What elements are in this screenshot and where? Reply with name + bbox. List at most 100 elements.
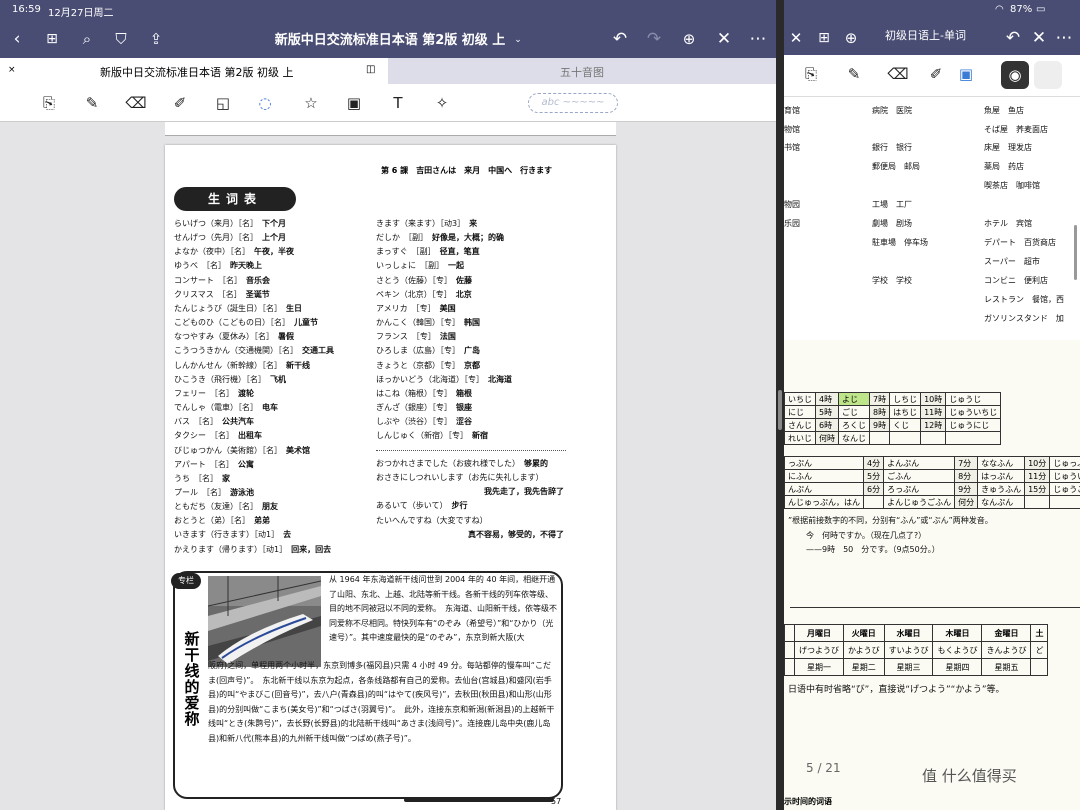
hours-cell: じゅうじ — [945, 392, 1002, 406]
vocab-word: ひこうき（飛行機）［名］ — [174, 374, 262, 384]
back-icon[interactable]: ‹ — [5, 29, 29, 49]
notebook-title[interactable]: 初级日语上-单词 — [885, 27, 966, 43]
brush-icon[interactable]: ✐ — [924, 63, 948, 85]
minutes-table: っぷん4分よんぷん7分ななふん10分じゅっぷんにふん5分ごふん8分はっぷん11分… — [784, 456, 1080, 509]
redo-icon[interactable]: ↷ — [642, 29, 666, 49]
right-scrollbar[interactable] — [1074, 225, 1077, 280]
vocab-word: コンサート ［名］ — [174, 275, 238, 285]
home-indicator[interactable] — [404, 798, 554, 802]
minutes-cell: 11分 — [1024, 469, 1051, 483]
vocab-entry: ぎんざ（銀座）［专］ 银座 — [376, 401, 512, 415]
word-entry: 喫茶店 咖啡馆 — [984, 181, 1040, 190]
vocab-word: しんじゅく（新宿）［专］ — [376, 431, 464, 441]
hours-cell: しちじ — [889, 392, 922, 406]
undo-icon[interactable]: ↶ — [1001, 28, 1025, 48]
undo-icon[interactable]: ↶ — [608, 29, 632, 49]
footer-note: 示时间的词语 — [784, 797, 832, 806]
hours-cell: 9時 — [868, 418, 891, 432]
vocab-entry: いっしょに ［副］ 一起 — [376, 259, 512, 273]
shapes-icon[interactable]: ◱ — [211, 92, 235, 114]
eraser-icon[interactable]: ⌫ — [124, 92, 148, 114]
vocab-title: 生词表 — [174, 187, 296, 211]
pen-icon[interactable]: ✎ — [80, 92, 104, 114]
pen-icon[interactable]: ✎ — [842, 63, 866, 85]
split-view-icon[interactable]: ◫ — [366, 64, 375, 75]
vocab-entry: 真不容易，够受的，不得了 — [376, 528, 564, 542]
laser-pointer-icon[interactable]: ✧ — [430, 92, 454, 114]
minutes-cell: はっぷん — [977, 469, 1026, 483]
split-handle[interactable] — [778, 390, 782, 430]
minutes-cell: 8分 — [954, 469, 979, 483]
text-box-icon[interactable]: T — [386, 92, 410, 114]
hours-cell — [889, 431, 922, 445]
vocab-meaning: 我先走了，我先告辞了 — [484, 487, 564, 497]
vocab-meaning: 出租车 — [230, 431, 262, 441]
minutes-cell: ななふん — [977, 456, 1026, 470]
vocab-word: せんげつ（先月）［名］ — [174, 233, 254, 243]
vocab-meaning: 来 — [461, 219, 478, 228]
more-icon[interactable]: ⋯ — [746, 29, 770, 49]
word-entry: スーパー 超市 — [984, 257, 1040, 266]
battery-percent: 87% — [1010, 4, 1033, 15]
hours-cell: なんじ — [838, 431, 870, 445]
sticker-icon[interactable]: ☆ — [299, 92, 323, 114]
more-icon[interactable]: ⋯ — [1052, 28, 1076, 48]
lasso-select-icon[interactable]: ⎘ — [37, 92, 61, 114]
vocab-entry: コンサート ［名］ 音乐会 — [174, 274, 334, 288]
tab-kana-chart[interactable]: 五十音图 — [388, 58, 776, 84]
minutes-cell: 5分 — [862, 469, 885, 483]
vocab-meaning: 一起 — [440, 261, 464, 271]
vocab-entry: さとう（佐藤）［专］ 佐藤 — [376, 274, 512, 288]
hours-cell: いちじ — [784, 392, 816, 406]
close-icon[interactable]: ✕ — [1027, 28, 1051, 48]
word-entry: 育馆 — [784, 106, 800, 115]
vocab-word: バス ［名］ — [174, 417, 214, 427]
minutes-cell: ろっぷん — [883, 482, 956, 496]
page-indicator: 5 / 21 — [806, 761, 841, 775]
vocab-meaning: 昨天晚上 — [222, 261, 262, 271]
tab-textbook[interactable]: × 新版中日交流标准日本语 第2版 初级 上 ◫ — [0, 58, 388, 84]
eraser-icon[interactable]: ⌫ — [886, 63, 910, 85]
hours-row: にじ 5時 ごじ 8時 はちじ 11時 じゅういちじ — [784, 405, 1002, 419]
vocab-list-right: きます（来ます）［动3］ 来だしか ［副］ 好像是，大概；的确 まっすぐ ［副］ … — [376, 217, 512, 444]
grid-icon[interactable]: ⊞ — [40, 29, 64, 49]
share-icon[interactable]: ⇪ — [144, 29, 168, 49]
vocab-meaning: 公共汽车 — [214, 417, 254, 427]
hours-cell: 8時 — [868, 405, 891, 419]
close-icon[interactable]: ✕ — [784, 28, 808, 48]
vocab-meaning: 午夜，半夜 — [246, 247, 294, 257]
vocab-word: びじゅつかん（美術館）［名］ — [174, 445, 278, 455]
image-icon[interactable]: ▣ — [342, 92, 366, 114]
grid-icon[interactable]: ⊞ — [812, 28, 836, 48]
lasso-select-icon[interactable]: ⎘ — [799, 63, 823, 85]
hours-cell: れいじ — [784, 431, 816, 445]
vocab-entry: びじゅつかん（美術館）［名］ 美术馆 — [174, 444, 334, 458]
right-toolbar: ⎘ ✎ ⌫ ✐ ▣ ◉ — [784, 55, 1080, 97]
column-title: 新干线的爱称 — [184, 630, 200, 728]
hours-cell: にじ — [784, 405, 816, 419]
minutes-cell: よんぷん — [883, 456, 956, 470]
vocab-entry: よなか（夜中）［名］ 午夜，半夜 — [174, 245, 334, 259]
add-page-icon[interactable]: ⊕ — [839, 28, 863, 48]
search-icon[interactable]: ⌕ — [75, 29, 99, 49]
highlighter-icon[interactable]: ✐ — [168, 92, 192, 114]
right-app-window: ◠ 87% ▭ ✕ ⊞ ⊕ 初级日语上-单词 ↶ ✕ ⋯ ⎘ ✎ ⌫ ✐ ▣ ◉… — [784, 0, 1080, 810]
handwriting-input[interactable]: abc ~~~~~ — [528, 93, 618, 113]
lasso-icon[interactable]: ◌ — [253, 92, 277, 114]
vocab-meaning: 下个月 — [254, 219, 286, 228]
image-icon[interactable]: ▣ — [954, 63, 978, 85]
minutes-cell: んぷん — [784, 482, 864, 496]
close-icon[interactable]: ✕ — [712, 29, 736, 49]
hours-cell: ごじ — [838, 405, 870, 419]
vocab-entry: かんこく（韓国）［专］ 韩国 — [376, 316, 512, 330]
vocab-entry: あるいて（歩いて） 步行 — [376, 499, 564, 513]
add-page-icon[interactable]: ⊕ — [677, 29, 701, 49]
tab-close-icon[interactable]: × — [8, 65, 16, 75]
vocab-word: こうつうきかん（交通機関）［名］ — [174, 346, 294, 356]
title-chevron-icon[interactable]: ⌄ — [506, 30, 530, 50]
vocab-meaning: 径直，笔直 — [431, 247, 480, 257]
scan-icon[interactable] — [1034, 61, 1062, 89]
camera-icon[interactable]: ◉ — [1001, 61, 1029, 89]
vocab-word: だしか ［副］ — [376, 233, 424, 243]
bookmark-icon[interactable]: ⛉ — [109, 29, 133, 49]
